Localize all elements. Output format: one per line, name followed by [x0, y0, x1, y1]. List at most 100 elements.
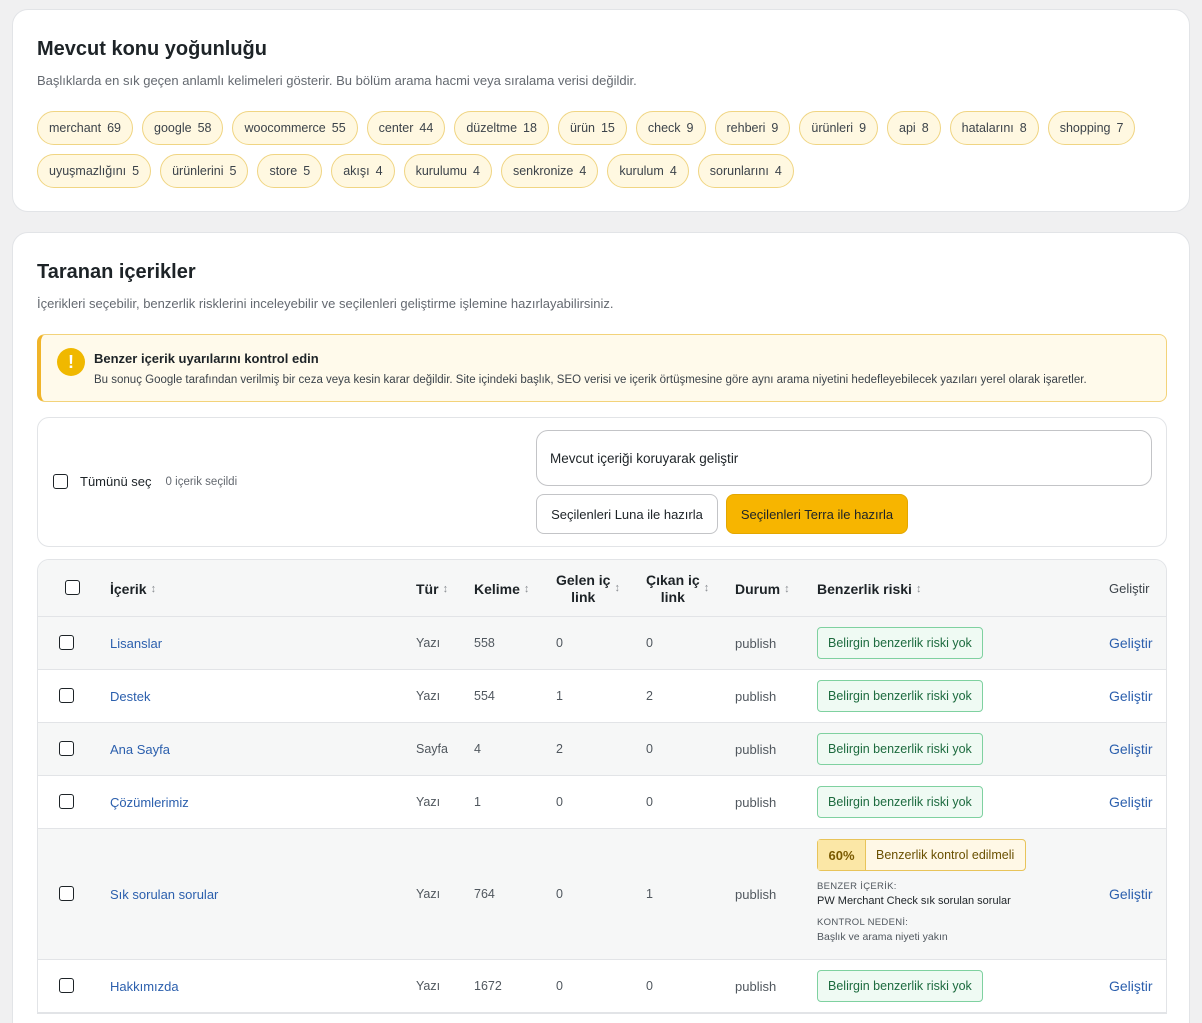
keyword-chip: ürün 15	[557, 111, 627, 145]
word-count: 558	[474, 636, 495, 650]
risk-badge-warning: 60% Benzerlik kontrol edilmeli	[817, 839, 1026, 871]
section-title: Mevcut konu yoğunluğu	[37, 38, 267, 60]
topic-density-card: Mevcut konu yoğunluğu Başlıklarda en sık…	[12, 9, 1190, 212]
section-description: Başlıklarda en sık geçen anlamlı kelimel…	[37, 73, 637, 88]
outgoing-links: 0	[646, 742, 653, 756]
status: publish	[735, 688, 777, 704]
header-checkbox[interactable]	[65, 580, 80, 595]
content-title-link[interactable]: Hakkımızda	[110, 979, 179, 994]
keyword-chip: merchant 69	[37, 111, 134, 145]
table-row: Çözümlerimiz Yazı 1 0 0 publish Belirgin…	[38, 776, 1166, 829]
content-type: Yazı	[416, 636, 441, 650]
col-status[interactable]: Durum ↕	[735, 560, 790, 617]
selected-count: 0 içerik seçildi	[165, 475, 238, 488]
notice-text: Bu sonuç Google tarafından verilmiş bir …	[94, 374, 1087, 386]
table-row: Hakkımızda Yazı 1672 0 0 publish Belirgi…	[38, 960, 1166, 1013]
keyword-chip: ürünleri 9	[799, 111, 879, 145]
develop-link[interactable]: Geliştir	[1109, 829, 1153, 959]
risk-badge-ok: Belirgin benzerlik riski yok	[817, 786, 983, 818]
sort-icon: ↕	[523, 582, 530, 595]
incoming-links: 2	[556, 742, 563, 756]
outgoing-links: 0	[646, 636, 653, 650]
notice-title: Benzer içerik uyarılarını kontrol edin	[94, 351, 319, 366]
keyword-chip: sorunlarını 4	[697, 154, 794, 188]
improvement-prompt-input[interactable]: Mevcut içeriği koruyarak geliştir	[536, 430, 1152, 486]
risk-badge-ok: Belirgin benzerlik riski yok	[817, 733, 983, 765]
content-type: Yazı	[416, 979, 441, 993]
table-row: Lisanslar Yazı 558 0 0 publish Belirgin …	[38, 617, 1166, 670]
risk-badge-ok: Belirgin benzerlik riski yok	[817, 680, 983, 712]
keyword-chip: ürünlerini 5	[160, 154, 249, 188]
table-row: Destek Yazı 554 1 2 publish Belirgin ben…	[38, 670, 1166, 723]
col-risk[interactable]: Benzerlik riski ↕	[817, 560, 921, 617]
outgoing-links: 2	[646, 689, 653, 703]
status: publish	[735, 886, 777, 902]
content-type: Yazı	[416, 795, 441, 809]
incoming-links: 0	[556, 979, 563, 993]
chip-row-2: uyuşmazlığını 5 ürünlerini 5 store 5 akışı 4…	[37, 154, 1167, 188]
develop-link[interactable]: Geliştir	[1109, 670, 1153, 722]
sort-icon: ↕	[150, 582, 157, 595]
bulk-actions-panel: Tümünü seç 0 içerik seçildi Mevcut içeri…	[37, 417, 1167, 547]
prepare-terra-button[interactable]: Seçilenleri Terra ile hazırla	[726, 494, 908, 534]
keyword-chip: düzeltme 18	[454, 111, 549, 145]
row-checkbox[interactable]	[59, 635, 74, 650]
content-title-link[interactable]: Destek	[110, 689, 150, 704]
scanned-contents-card: Taranan içerikler İçerikleri seçebilir, …	[12, 232, 1190, 1023]
content-type: Yazı	[416, 689, 441, 703]
keyword-chip: center 44	[366, 111, 446, 145]
select-all-label[interactable]: Tümünü seç	[80, 474, 152, 489]
content-type: Yazı	[416, 887, 441, 901]
col-content[interactable]: İçerik ↕	[110, 560, 156, 617]
word-count: 1672	[474, 979, 502, 993]
col-words[interactable]: Kelime ↕	[474, 560, 529, 617]
keyword-chip: senkronize 4	[500, 154, 599, 188]
row-checkbox[interactable]	[59, 978, 74, 993]
col-develop: Geliştir	[1109, 581, 1150, 596]
row-checkbox[interactable]	[59, 794, 74, 809]
keyword-chip: api 8	[887, 111, 941, 145]
word-count: 764	[474, 887, 495, 901]
prepare-luna-button[interactable]: Seçilenleri Luna ile hazırla	[536, 494, 718, 534]
keyword-chip: check 9	[635, 111, 706, 145]
row-checkbox[interactable]	[59, 886, 74, 901]
status: publish	[735, 635, 777, 651]
similar-content-key: BENZER İÇERİK:	[817, 881, 897, 892]
keyword-chip: woocommerce 55	[232, 111, 358, 145]
col-outgoing-links[interactable]: Çıkan iç link ↕	[646, 560, 709, 617]
develop-link[interactable]: Geliştir	[1109, 723, 1153, 775]
risk-label: Benzerlik kontrol edilmeli	[876, 848, 1015, 862]
row-checkbox[interactable]	[59, 741, 74, 756]
status: publish	[735, 741, 777, 757]
status: publish	[735, 978, 777, 994]
keyword-chip: google 58	[142, 111, 224, 145]
risk-percent: 60%	[818, 840, 866, 870]
sort-icon: ↕	[703, 582, 710, 594]
keyword-chip: kurulum 4	[607, 154, 689, 188]
col-incoming-links[interactable]: Gelen iç link ↕	[556, 560, 620, 617]
incoming-links: 1	[556, 689, 563, 703]
chip-row-1: merchant 69 google 58 woocommerce 55 center…	[37, 111, 1167, 145]
sort-icon: ↕	[614, 582, 620, 594]
develop-link[interactable]: Geliştir	[1109, 776, 1153, 828]
develop-link[interactable]: Geliştir	[1109, 960, 1153, 1012]
keyword-chip: shopping 7	[1047, 111, 1136, 145]
outgoing-links: 0	[646, 979, 653, 993]
incoming-links: 0	[556, 636, 563, 650]
develop-link[interactable]: Geliştir	[1109, 617, 1153, 669]
content-title-link[interactable]: Çözümlerimiz	[110, 795, 189, 810]
section-description: İçerikleri seçebilir, benzerlik riskleri…	[37, 296, 614, 311]
content-title-link[interactable]: Ana Sayfa	[110, 742, 170, 757]
keyword-chip: store 5	[257, 154, 323, 188]
outgoing-links: 1	[646, 887, 653, 901]
risk-details: 60% Benzerlik kontrol edilmeli BENZER İÇ…	[817, 839, 1026, 943]
keyword-chip: uyuşmazlığını 5	[37, 154, 152, 188]
word-count: 4	[474, 742, 481, 756]
select-all-checkbox[interactable]	[53, 474, 68, 489]
row-checkbox[interactable]	[59, 688, 74, 703]
content-title-link[interactable]: Lisanslar	[110, 636, 162, 651]
incoming-links: 0	[556, 887, 563, 901]
keyword-chip: rehberi 9	[714, 111, 791, 145]
content-title-link[interactable]: Sık sorulan sorular	[110, 887, 218, 902]
col-type[interactable]: Tür ↕	[416, 560, 448, 617]
